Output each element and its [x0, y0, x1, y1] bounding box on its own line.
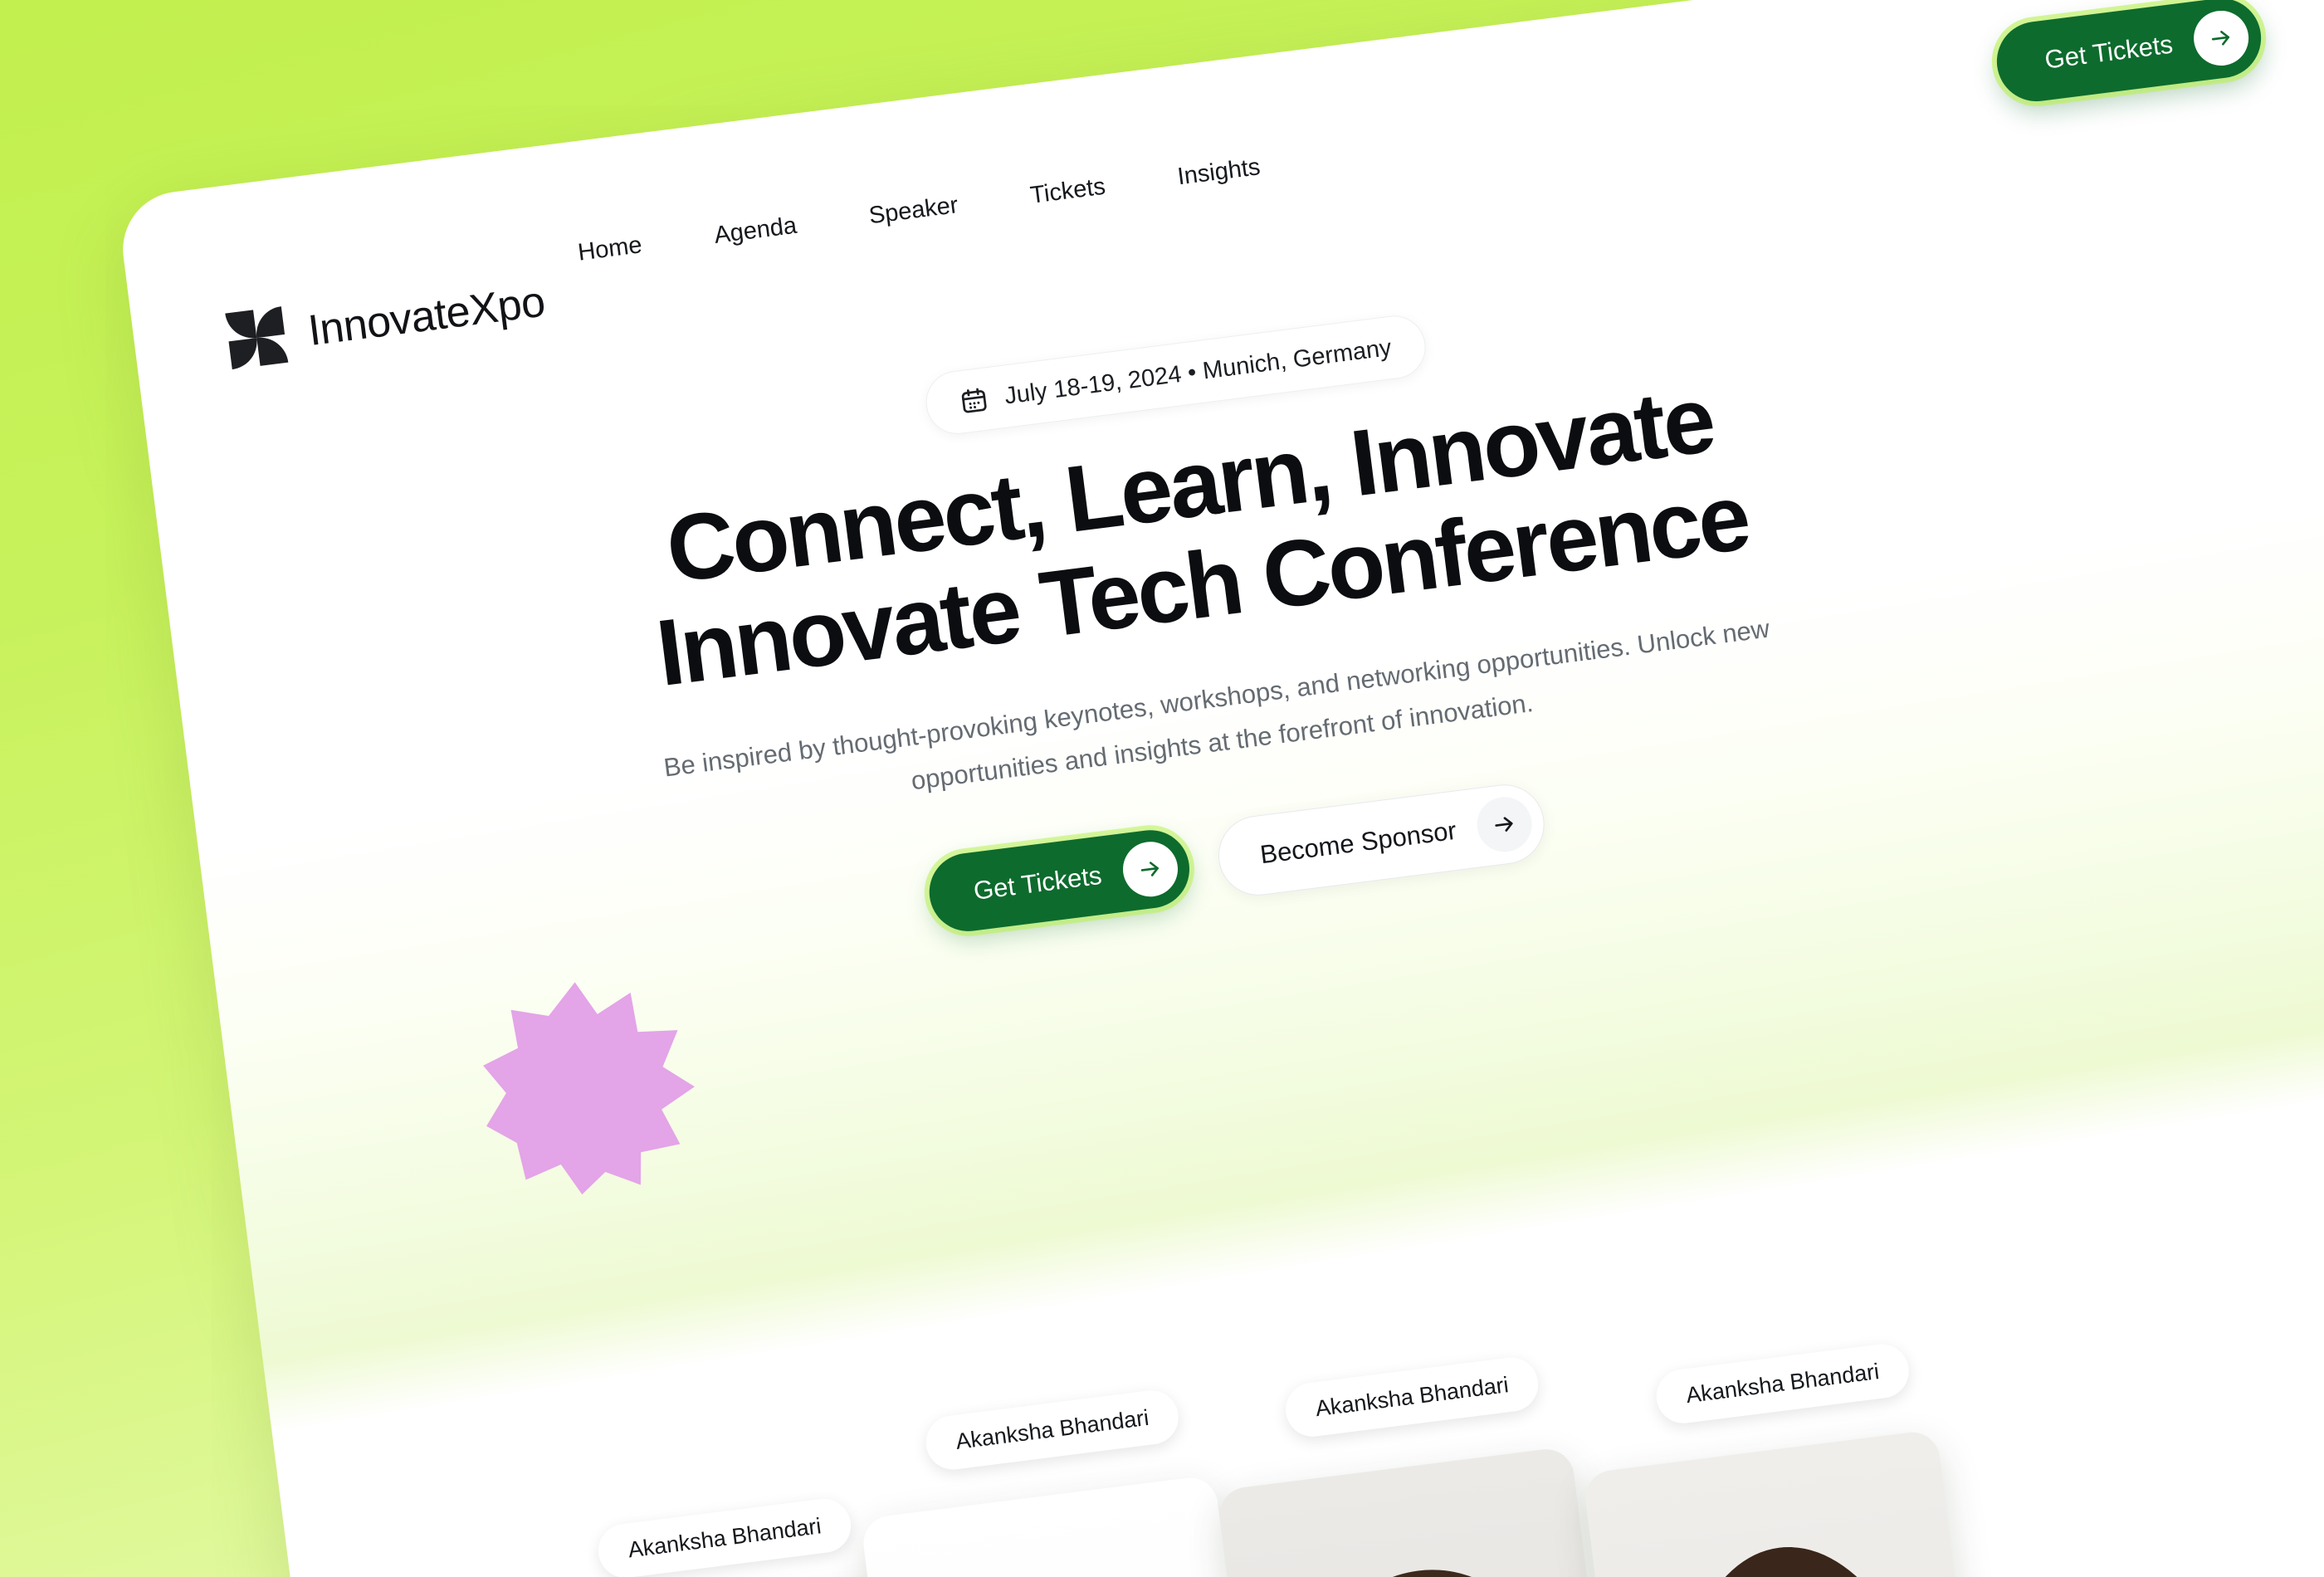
arrow-right-icon [2190, 7, 2253, 69]
speaker-photo [860, 1474, 1279, 1577]
speakers-carousel: Akanksha Bhandari Akanksha Bhandari Akan… [279, 1172, 2324, 1577]
hero-panel: InnovateXpo Home Agenda Speaker Tickets … [116, 0, 2324, 1577]
speaker-card[interactable] [1216, 1446, 1635, 1577]
speaker-photo [1582, 1428, 2001, 1577]
speaker-name-pill: Akanksha Bhandari [1653, 1340, 1912, 1427]
speaker-name-pill: Akanksha Bhandari [922, 1387, 1182, 1473]
arrow-right-icon [1474, 793, 1536, 855]
become-sponsor-button[interactable]: Become Sponsor [1213, 779, 1550, 901]
event-date-location-text: July 18-19, 2024 • Munich, Germany [1003, 334, 1394, 410]
hero-cta-row: Get Tickets Become Sponsor [924, 779, 1550, 936]
pink-starburst-decoration [467, 964, 709, 1206]
speaker-name-pill: Akanksha Bhandari [595, 1495, 855, 1577]
speaker-card[interactable] [1582, 1428, 2001, 1577]
arrow-right-icon [1119, 838, 1181, 900]
become-sponsor-label: Become Sponsor [1258, 815, 1458, 870]
speaker-name-pill: Akanksha Bhandari [1282, 1354, 1542, 1440]
get-tickets-button[interactable]: Get Tickets [924, 825, 1194, 936]
header-get-tickets-label: Get Tickets [2043, 29, 2175, 75]
get-tickets-label: Get Tickets [971, 860, 1104, 906]
speaker-card[interactable] [860, 1474, 1279, 1577]
speaker-photo [1216, 1446, 1635, 1577]
calendar-icon [959, 384, 990, 416]
